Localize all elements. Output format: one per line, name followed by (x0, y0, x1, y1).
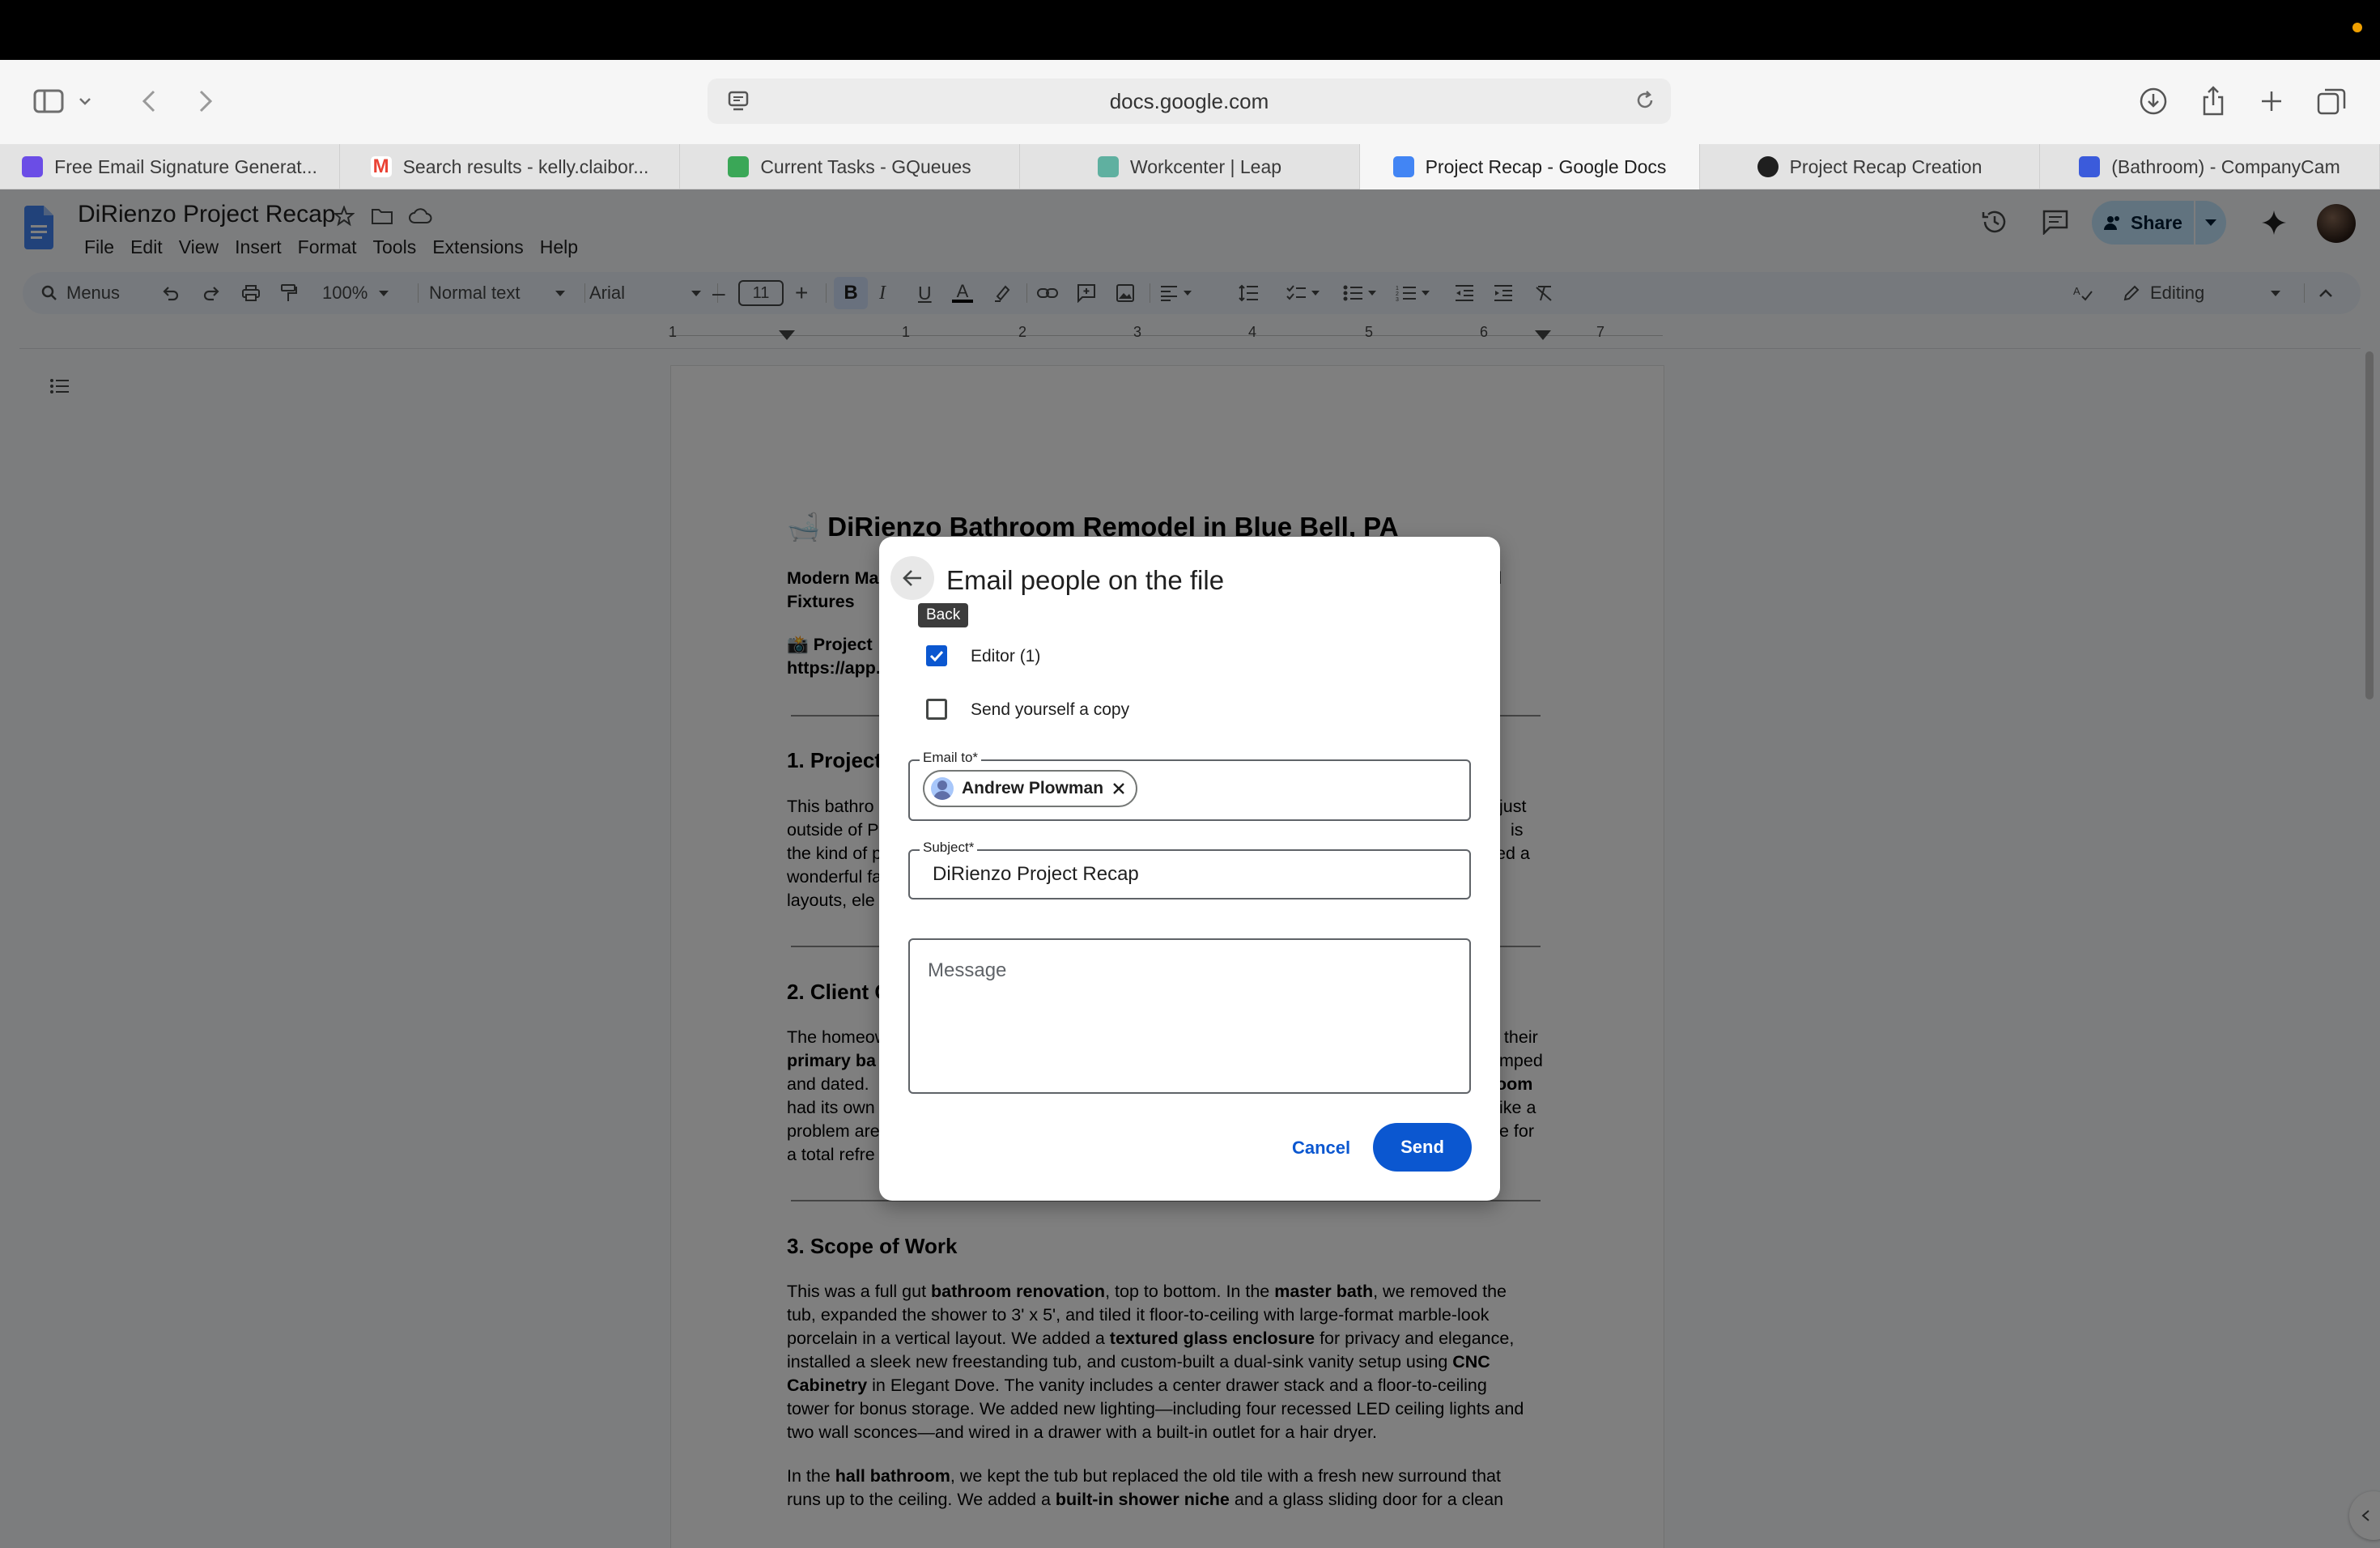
remove-recipient-close-icon[interactable] (1111, 781, 1126, 796)
tab-overview-icon[interactable] (2309, 79, 2354, 124)
back-button[interactable] (890, 556, 934, 600)
openai-favicon-icon (1757, 156, 1779, 177)
tab-label: Search results - kelly.claibor... (402, 155, 649, 177)
tab-favicon-icon (22, 156, 44, 177)
tab-label: Project Recap Creation (1789, 155, 1983, 177)
editor-checkbox[interactable] (926, 645, 947, 666)
message-placeholder: Message (928, 959, 1007, 981)
share-page-icon[interactable] (2191, 79, 2236, 124)
subject-label: Subject* (920, 840, 978, 856)
email-to-label: Email to* (920, 750, 982, 766)
dialog-title: Email people on the file (946, 565, 1225, 595)
email-to-field[interactable]: Email to* Andrew Plowman (908, 750, 1471, 821)
email-collaborators-dialog: Email people on the file Back Editor (1)… (879, 537, 1500, 1201)
tab-label: (Bathroom) - CompanyCam (2111, 155, 2340, 177)
new-tab-icon[interactable] (2249, 79, 2294, 124)
downloads-icon[interactable] (2131, 79, 2176, 124)
subject-value: DiRienzo Project Recap (933, 863, 1139, 885)
send-copy-checkbox[interactable] (926, 699, 947, 720)
back-tooltip: Back (918, 603, 969, 627)
address-bar[interactable]: docs.google.com (708, 79, 1671, 124)
recipient-chip[interactable]: Andrew Plowman (923, 770, 1138, 807)
browser-tab[interactable]: Current Tasks - GQueues (680, 144, 1020, 189)
browser-tab[interactable]: Project Recap Creation (1700, 144, 2040, 189)
tab-label: Free Email Signature Generat... (54, 155, 317, 177)
browser-tab[interactable]: (Bathroom) - CompanyCam (2040, 144, 2380, 189)
recipient-name: Andrew Plowman (962, 779, 1104, 797)
system-menubar (0, 0, 2380, 60)
browser-tab[interactable]: Workcenter | Leap (1020, 144, 1360, 189)
gqueues-favicon-icon (728, 156, 750, 177)
back-navigation-icon[interactable] (126, 79, 172, 124)
tab-label: Project Recap - Google Docs (1425, 155, 1667, 177)
arrow-left-icon (903, 570, 921, 586)
companycam-favicon-icon (2079, 156, 2101, 177)
browser-tab[interactable]: M Search results - kelly.claibor... (340, 144, 680, 189)
checkmark-icon (929, 650, 944, 661)
subject-field[interactable]: Subject* DiRienzo Project Recap (908, 840, 1471, 899)
site-settings-icon[interactable] (727, 90, 750, 113)
browser-tab[interactable]: Free Email Signature Generat... (0, 144, 340, 189)
recording-indicator (2352, 23, 2362, 32)
recipient-avatar-icon (931, 777, 954, 800)
browser-tab-active[interactable]: Project Recap - Google Docs (1360, 144, 1700, 189)
tab-label: Workcenter | Leap (1129, 155, 1282, 177)
sidebar-toggle-icon[interactable] (26, 79, 71, 124)
forward-navigation-icon[interactable] (183, 79, 228, 124)
sidebar-dropdown-chevron-icon[interactable] (73, 79, 97, 124)
reload-icon[interactable] (1634, 89, 1656, 112)
tab-strip: Free Email Signature Generat... M Search… (0, 144, 2380, 189)
leap-favicon-icon (1097, 156, 1119, 177)
url-text: docs.google.com (1109, 88, 1269, 113)
cancel-button[interactable]: Cancel (1274, 1125, 1368, 1172)
message-field[interactable]: Message (908, 938, 1471, 1094)
send-copy-label: Send yourself a copy (971, 700, 1130, 719)
google-docs-favicon-icon (1392, 156, 1414, 177)
editor-checkbox-label: Editor (1) (971, 647, 1041, 666)
tab-label: Current Tasks - GQueues (760, 155, 971, 177)
gmail-favicon-icon: M (370, 155, 392, 177)
send-button[interactable]: Send (1373, 1123, 1472, 1172)
